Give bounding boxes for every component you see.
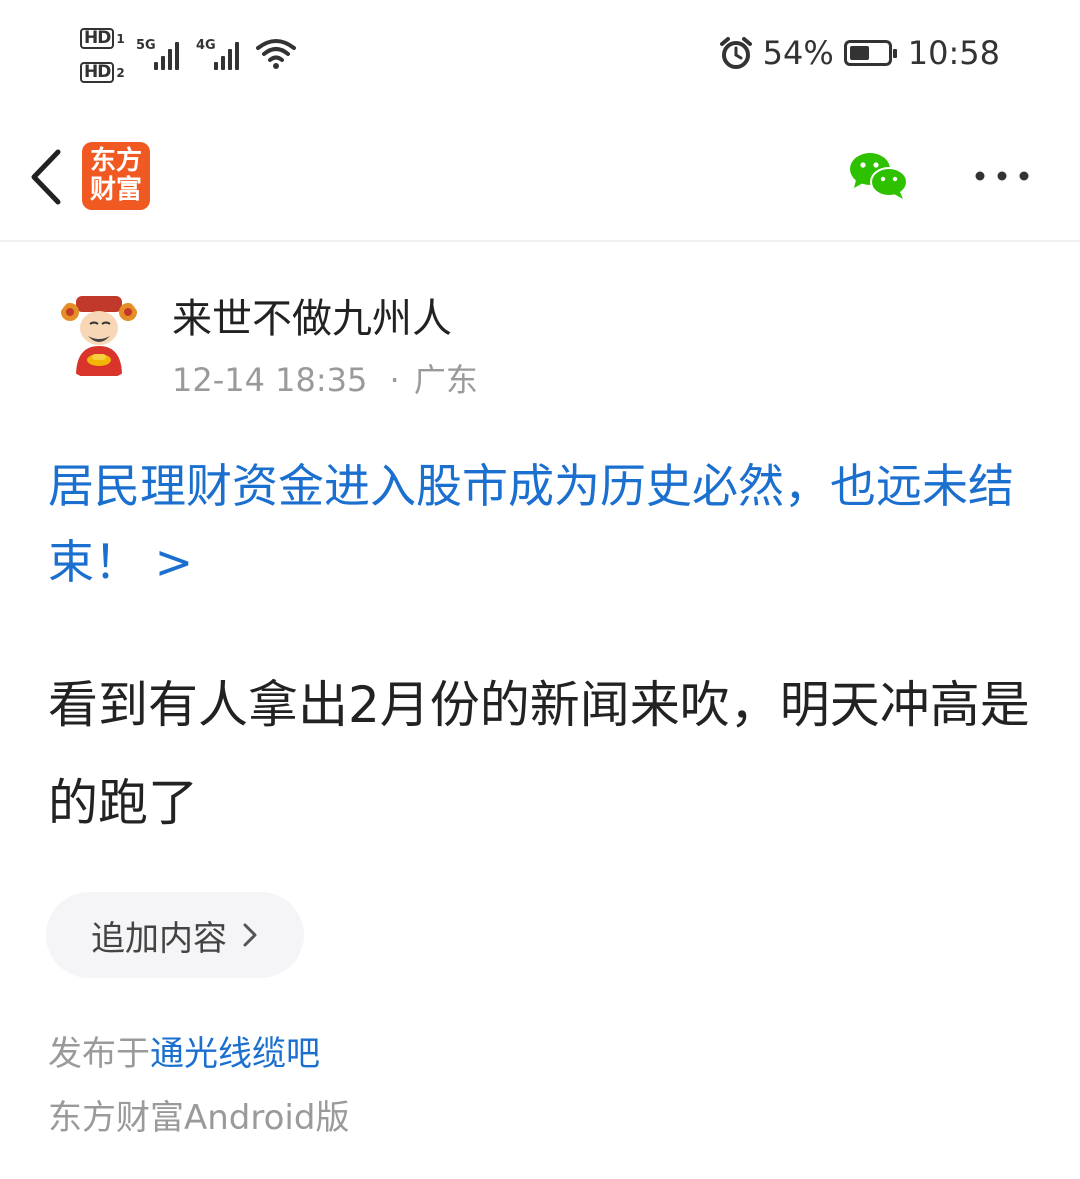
alarm-icon — [719, 37, 752, 69]
post-location: 广东 — [413, 361, 478, 399]
post-meta: 12-14 18:35 · 广东 — [172, 355, 478, 401]
more-icon[interactable] — [974, 170, 1030, 182]
back-icon[interactable] — [26, 148, 66, 206]
hd2-indicator: HD 2 — [80, 62, 125, 83]
battery-icon — [843, 40, 897, 66]
logo-line-2: 财富 — [89, 175, 142, 205]
app-logo[interactable]: 东方 财富 — [82, 142, 150, 210]
status-right: 54% 10:58 — [719, 34, 1000, 72]
status-bar: HD 1 HD 2 5G 4G 54% 10:58 — [0, 0, 1080, 110]
signal-icon-2 — [214, 40, 239, 70]
wifi-icon — [256, 39, 296, 69]
posted-in: 发布于通光线缆吧 — [48, 1026, 320, 1075]
wechat-icon[interactable] — [848, 150, 910, 200]
author-name[interactable]: 来世不做九州人 — [172, 286, 452, 344]
hd1-label: HD — [80, 28, 115, 49]
posted-prefix: 发布于 — [48, 1034, 150, 1074]
linked-article-title[interactable]: 居民理财资金进入股市成为历史必然，也远未结束！ > — [48, 448, 1038, 600]
bar-link[interactable]: 通光线缆吧 — [150, 1034, 320, 1074]
logo-line-1: 东方 — [89, 146, 142, 176]
top-nav: 东方 财富 — [0, 110, 1080, 242]
post-timestamp: 12-14 18:35 — [172, 361, 368, 399]
meta-separator: · — [389, 361, 400, 399]
battery-fill — [849, 46, 869, 60]
hd1-sub: 1 — [116, 32, 124, 46]
client-version: 东方财富Android版 — [48, 1098, 350, 1138]
signal-icon-1 — [154, 40, 179, 70]
add-content-label: 追加内容 — [91, 918, 227, 959]
clock-time: 10:58 — [907, 34, 1000, 72]
hd1-indicator: HD 1 — [80, 28, 125, 49]
chevron-right-icon — [243, 923, 257, 947]
hd2-label: HD — [80, 62, 115, 83]
hd2-sub: 2 — [116, 66, 124, 80]
avatar[interactable] — [54, 290, 144, 380]
network-5g-label: 5G — [136, 38, 156, 53]
add-content-button[interactable]: 追加内容 — [46, 892, 304, 978]
post-body: 看到有人拿出2月份的新闻来吹，明天冲高是的跑了 — [48, 676, 1030, 832]
battery-percent: 54% — [762, 34, 834, 72]
network-4g-label: 4G — [196, 38, 216, 53]
